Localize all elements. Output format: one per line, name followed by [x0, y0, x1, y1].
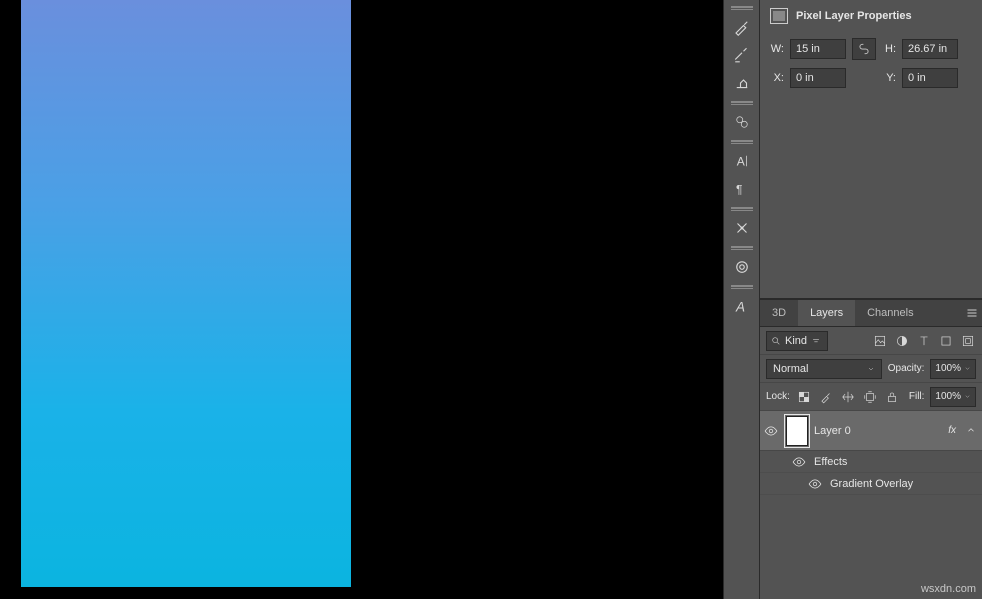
- character-panel-icon[interactable]: A: [726, 147, 758, 175]
- width-label: W:: [770, 43, 784, 55]
- canvas-artwork: [21, 0, 351, 587]
- dock-handle[interactable]: [731, 285, 753, 288]
- dock-handle[interactable]: [731, 6, 753, 9]
- properties-title: Pixel Layer Properties: [796, 10, 912, 22]
- brush-settings-icon[interactable]: [726, 41, 758, 69]
- tools-dock: A ¶ A: [723, 0, 760, 599]
- blend-mode-value: Normal: [773, 363, 808, 375]
- right-panel-column: Pixel Layer Properties W: H: X: Y: 3D La…: [760, 0, 982, 599]
- cc-libraries-icon[interactable]: [726, 253, 758, 281]
- layers-panel: Kind Normal Opacity: 100% Loc: [760, 327, 982, 599]
- visibility-eye-icon[interactable]: [792, 455, 806, 469]
- clone-panel-icon[interactable]: [726, 69, 758, 97]
- lock-transparent-icon[interactable]: [796, 389, 812, 405]
- lock-artboard-icon[interactable]: [862, 389, 878, 405]
- svg-text:A: A: [735, 299, 745, 314]
- properties-panel: Pixel Layer Properties W: H: X: Y:: [760, 0, 982, 299]
- svg-text:A: A: [736, 155, 744, 169]
- lock-position-icon[interactable]: [840, 389, 856, 405]
- brush-panel-icon[interactable]: [726, 13, 758, 41]
- layer-row[interactable]: Layer 0 fx: [760, 411, 982, 451]
- opacity-value: 100%: [935, 363, 961, 374]
- visibility-eye-icon[interactable]: [808, 477, 822, 491]
- tab-3d[interactable]: 3D: [760, 300, 798, 326]
- effects-label: Effects: [814, 456, 847, 468]
- panel-menu-icon[interactable]: [962, 300, 982, 326]
- paragraph-panel-icon[interactable]: ¶: [726, 175, 758, 203]
- lock-pixels-icon[interactable]: [818, 389, 834, 405]
- layer-filter-row: Kind: [760, 327, 982, 355]
- pixel-layer-icon: [770, 8, 788, 24]
- tab-channels[interactable]: Channels: [855, 300, 925, 326]
- filter-smart-icon[interactable]: [960, 333, 976, 349]
- lock-row: Lock: Fill: 100%: [760, 383, 982, 411]
- blend-mode-dropdown[interactable]: Normal: [766, 359, 882, 379]
- svg-text:¶: ¶: [736, 183, 742, 197]
- lock-label: Lock:: [766, 391, 790, 402]
- opacity-label: Opacity:: [888, 363, 925, 374]
- layer-thumbnail[interactable]: [786, 416, 808, 446]
- layer-comps-icon[interactable]: [726, 108, 758, 136]
- layer-name[interactable]: Layer 0: [814, 425, 942, 437]
- x-input[interactable]: [790, 68, 846, 88]
- lock-all-icon[interactable]: [884, 389, 900, 405]
- tab-layers[interactable]: Layers: [798, 300, 855, 326]
- filter-type-icon[interactable]: [916, 333, 932, 349]
- fill-label: Fill:: [909, 391, 925, 402]
- link-dimensions-button[interactable]: [852, 38, 876, 60]
- dock-handle[interactable]: [731, 140, 753, 143]
- fill-input[interactable]: 100%: [930, 387, 976, 407]
- filter-shape-icon[interactable]: [938, 333, 954, 349]
- filter-kind-dropdown[interactable]: Kind: [766, 331, 828, 351]
- filter-kind-label: Kind: [785, 335, 807, 347]
- height-input[interactable]: [902, 39, 958, 59]
- panel-tabs: 3D Layers Channels: [760, 299, 982, 327]
- effects-row[interactable]: Effects: [760, 451, 982, 473]
- width-input[interactable]: [790, 39, 846, 59]
- dock-handle[interactable]: [731, 246, 753, 249]
- visibility-eye-icon[interactable]: [762, 424, 780, 438]
- blend-row: Normal Opacity: 100%: [760, 355, 982, 383]
- y-input[interactable]: [902, 68, 958, 88]
- gradient-overlay-label: Gradient Overlay: [830, 478, 913, 490]
- tool-presets-icon[interactable]: [726, 214, 758, 242]
- fill-value: 100%: [935, 391, 961, 402]
- y-label: Y:: [882, 72, 896, 84]
- height-label: H:: [882, 43, 896, 55]
- expand-effects-icon[interactable]: [966, 422, 976, 440]
- filter-adjustment-icon[interactable]: [894, 333, 910, 349]
- x-label: X:: [770, 72, 784, 84]
- dock-handle[interactable]: [731, 101, 753, 104]
- effect-gradient-overlay-row[interactable]: Gradient Overlay: [760, 473, 982, 495]
- opacity-input[interactable]: 100%: [930, 359, 976, 379]
- fx-badge[interactable]: fx: [948, 425, 956, 436]
- glyphs-panel-icon[interactable]: A: [726, 292, 758, 320]
- watermark: wsxdn.com: [921, 583, 976, 595]
- dock-handle[interactable]: [731, 207, 753, 210]
- filter-pixel-icon[interactable]: [872, 333, 888, 349]
